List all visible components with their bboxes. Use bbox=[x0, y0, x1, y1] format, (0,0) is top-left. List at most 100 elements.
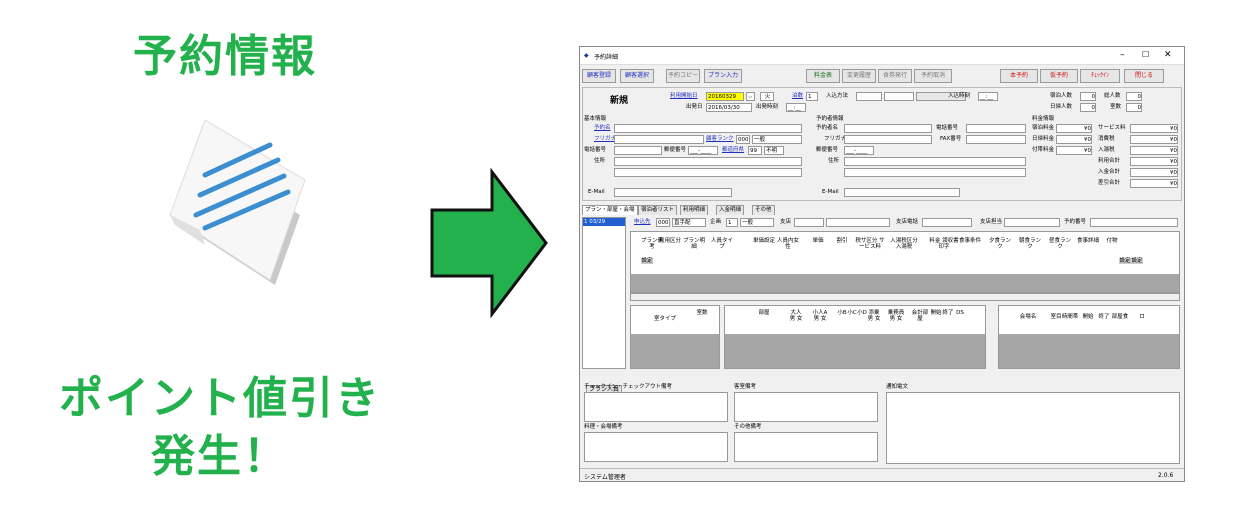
confirm-reservation-button[interactable]: 本予約 bbox=[1000, 69, 1038, 83]
checkin-memo-input[interactable] bbox=[584, 392, 728, 422]
pref-code[interactable]: 99 bbox=[748, 146, 762, 155]
booker-address-input1[interactable] bbox=[844, 157, 1026, 166]
plan-input-button[interactable]: プラン入力 bbox=[704, 69, 742, 83]
plan-column-header: 単価設定 bbox=[753, 238, 776, 244]
venue-column-header: 時間帯 bbox=[1061, 314, 1079, 320]
customer-register-button[interactable]: 顧客登録 bbox=[582, 69, 616, 83]
other-memo-label: その他備考 bbox=[734, 424, 762, 430]
booker-email-input[interactable] bbox=[844, 188, 960, 197]
maximize-button[interactable]: ☐ bbox=[1142, 50, 1149, 59]
total-count: 0 bbox=[1126, 92, 1142, 101]
tab-guest-list[interactable]: 宿泊者リスト bbox=[638, 205, 678, 215]
cuisine-memo-input[interactable] bbox=[584, 432, 728, 462]
booker-zip-input[interactable]: ___-____ bbox=[844, 146, 874, 155]
stay-count-label: 宿泊人数 bbox=[1050, 93, 1073, 99]
plan-column-header: 単価 bbox=[812, 238, 824, 244]
room-detail-grid[interactable]: 部屋 大人 男 女小人A 男 女小B 小C 小D 添乗 男 女乗務員 男 女会計部屋 開始… bbox=[724, 305, 986, 369]
day-count: 0 bbox=[1080, 103, 1096, 112]
booker-phone-input[interactable] bbox=[966, 124, 1026, 133]
arrival-date-input[interactable]: 20160329 bbox=[706, 92, 744, 101]
tab-plan-room[interactable]: プラン・部屋・会場 bbox=[582, 205, 638, 215]
reservation-copy-button[interactable]: 予約コピー bbox=[666, 69, 700, 83]
departure-date-input[interactable]: 2016/03/30 bbox=[706, 103, 752, 112]
applicant-label: 申込先 bbox=[634, 219, 651, 225]
room-column-header: 大人 男 女 bbox=[789, 310, 803, 322]
setting-button[interactable]: 設定 bbox=[1131, 258, 1143, 264]
phone-input[interactable] bbox=[614, 146, 662, 155]
close-button[interactable]: 閉じる bbox=[1124, 69, 1164, 83]
tab-usage-detail[interactable]: 利用明細 bbox=[680, 205, 709, 215]
applicant-code[interactable]: 000 bbox=[656, 218, 670, 227]
checkin-memo-label: チェックイン・チェックアウト備考 bbox=[584, 384, 673, 390]
room-count: 0 bbox=[1126, 103, 1142, 112]
plan-column-header: 人員タイプ bbox=[711, 238, 734, 250]
pref-name: 不明 bbox=[764, 146, 784, 155]
entry-method-label: 入込方法 bbox=[826, 93, 849, 99]
tab-other[interactable]: その他 bbox=[752, 205, 775, 215]
arrival-label: 利用開始日 bbox=[670, 93, 698, 99]
fee-label: 消費税 bbox=[1098, 136, 1115, 142]
list-item[interactable]: 1 03/29 bbox=[583, 218, 625, 226]
entry-time-input[interactable]: __:__ bbox=[978, 92, 998, 101]
date-list[interactable]: 1 03/29 bbox=[582, 217, 626, 369]
email-input[interactable] bbox=[614, 188, 732, 197]
booker-name-input[interactable] bbox=[844, 124, 932, 133]
pref-label: 都道府県 bbox=[722, 147, 745, 153]
plan-grid[interactable]: プラン備考 利用区分 プラン明細 人員タイプ 単価設定 人員内女性 単価 割引 税サ区分 サービ… bbox=[630, 231, 1180, 293]
branch-code[interactable] bbox=[794, 218, 824, 227]
plan-grid-empty bbox=[631, 274, 1179, 292]
plan-column-header: 朝食ランク bbox=[1019, 238, 1042, 250]
booker-fax-input[interactable] bbox=[966, 135, 1026, 144]
cancel-reservation-button[interactable]: 予約取消 bbox=[914, 69, 952, 83]
room-column-header: 添乗 男 女 bbox=[867, 310, 881, 322]
other-memo-input[interactable] bbox=[734, 432, 878, 462]
change-history-button[interactable]: 変更履歴 bbox=[842, 69, 876, 83]
depart-time-input[interactable]: __:__ bbox=[786, 103, 806, 112]
zip-input[interactable]: ___-____ bbox=[688, 146, 718, 155]
meal-ticket-button[interactable]: 食券発行 bbox=[878, 69, 912, 83]
name-input[interactable] bbox=[614, 124, 802, 133]
notice-input[interactable] bbox=[886, 392, 1180, 464]
price-table-button[interactable]: 料金表 bbox=[806, 69, 840, 83]
room-type-grid[interactable]: 室タイプ 室数 bbox=[630, 305, 720, 369]
branch-phone-input[interactable] bbox=[922, 218, 972, 227]
address-input2[interactable] bbox=[614, 168, 802, 177]
caption-line2: 発生！ bbox=[151, 431, 289, 482]
address-input1[interactable] bbox=[614, 157, 802, 166]
depart-time-label: 出発時刻 bbox=[756, 104, 779, 110]
branch-staff-label: 支店担当 bbox=[980, 219, 1003, 225]
kikaku-code[interactable]: 1 bbox=[726, 218, 738, 227]
stay-count: 0 bbox=[1080, 92, 1096, 101]
plan-column-header: 割引 bbox=[836, 238, 848, 244]
plan-scrollbar[interactable] bbox=[630, 293, 1180, 301]
kikaku-label: 企画 bbox=[710, 219, 722, 225]
nights-input[interactable]: 1 bbox=[806, 92, 818, 101]
setting-button[interactable]: 設定 bbox=[1119, 258, 1131, 264]
booker-kana-input[interactable] bbox=[844, 135, 932, 144]
rank-code[interactable]: 000 bbox=[736, 135, 750, 144]
booker-address-input2[interactable] bbox=[844, 168, 1026, 177]
window-title: 予約詳細 bbox=[594, 54, 619, 61]
branch-staff-input[interactable] bbox=[1004, 218, 1060, 227]
plan-column-header: 付物 bbox=[1106, 238, 1118, 244]
plan-column-header: 税サ区分 サービス料 bbox=[855, 238, 885, 250]
entry-method-input[interactable] bbox=[856, 92, 882, 101]
tab-payment-detail[interactable]: 入金明細 bbox=[716, 205, 745, 215]
kana-input[interactable] bbox=[614, 135, 704, 144]
minimize-button[interactable]: – bbox=[1120, 50, 1125, 60]
checkin-button[interactable]: ﾁｪｯｸｲﾝ bbox=[1080, 69, 1120, 83]
customer-select-button[interactable]: 顧客選択 bbox=[620, 69, 654, 83]
setting-button[interactable]: 設定 bbox=[641, 258, 653, 264]
fee-label: 宿泊料金 bbox=[1032, 125, 1055, 131]
status-bar: システム管理者 2.0.6 bbox=[580, 468, 1184, 481]
close-window-button[interactable]: ✕ bbox=[1164, 50, 1172, 60]
reservation-no-input[interactable] bbox=[1090, 218, 1178, 227]
caption-line1: ポイント値引き bbox=[59, 373, 381, 424]
date-dropdown[interactable]: ⌵ bbox=[746, 92, 755, 101]
venue-grid[interactable]: 会場名 室目 時間帯 開始 終了 部屋食ロ bbox=[998, 305, 1180, 369]
entry-method-name bbox=[884, 92, 914, 101]
email-label: E-Mail bbox=[588, 189, 605, 195]
tentative-reservation-button[interactable]: 仮予約 bbox=[1040, 69, 1078, 83]
fee-value: ¥0 bbox=[1130, 179, 1178, 188]
room-memo-input[interactable] bbox=[734, 392, 878, 422]
